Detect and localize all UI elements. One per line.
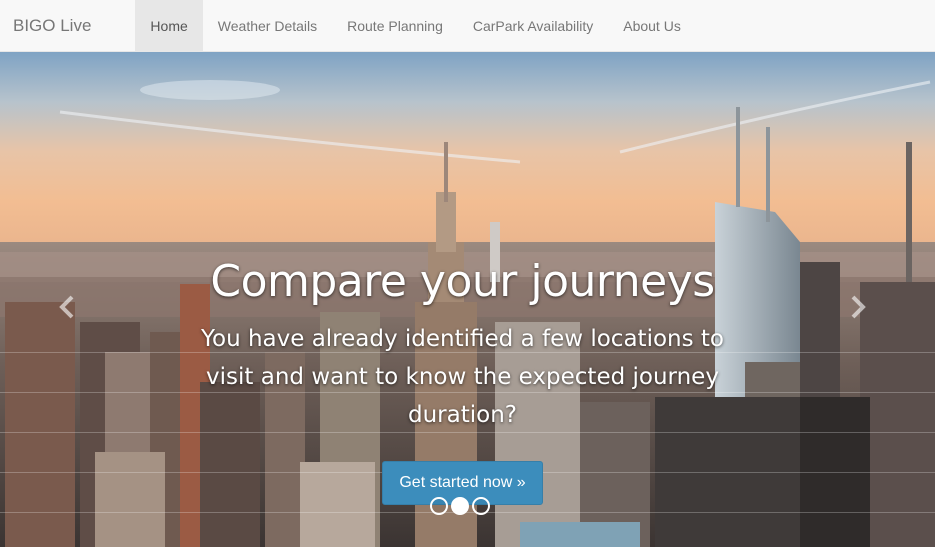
hero-description: You have already identified a few locati… (201, 326, 724, 428)
nav-item-carpark-availability: CarPark Availability (458, 0, 608, 51)
nav-link-about-us[interactable]: About Us (608, 0, 696, 51)
nav-item-about-us: About Us (608, 0, 696, 51)
nav-menu: Home Weather Details Route Planning CarP… (135, 0, 695, 51)
nav-item-weather-details: Weather Details (203, 0, 332, 51)
carousel-indicator-2[interactable] (451, 497, 469, 515)
carousel-caption: Compare your journeys You have already i… (180, 252, 745, 505)
nav-link-route-planning[interactable]: Route Planning (332, 0, 458, 51)
nav-link-weather-details[interactable]: Weather Details (203, 0, 332, 51)
nav-link-carpark-availability[interactable]: CarPark Availability (458, 0, 608, 51)
carousel-indicator-3[interactable] (472, 497, 490, 515)
carousel-indicators (430, 497, 490, 515)
top-navbar: BIGO Live Home Weather Details Route Pla… (0, 0, 935, 52)
chevron-right-icon (851, 295, 866, 319)
brand-link[interactable]: BIGO Live (0, 0, 106, 51)
hero-headline: Compare your journeys (210, 256, 715, 307)
carousel-indicator-1[interactable] (430, 497, 448, 515)
carousel-next-control[interactable] (843, 292, 873, 322)
nav-item-route-planning: Route Planning (332, 0, 458, 51)
hero-carousel: Compare your journeys You have already i… (0, 52, 935, 547)
chevron-left-icon (59, 295, 74, 319)
nav-item-home: Home (135, 0, 203, 51)
nav-link-home[interactable]: Home (135, 0, 203, 51)
carousel-prev-control[interactable] (52, 292, 82, 322)
